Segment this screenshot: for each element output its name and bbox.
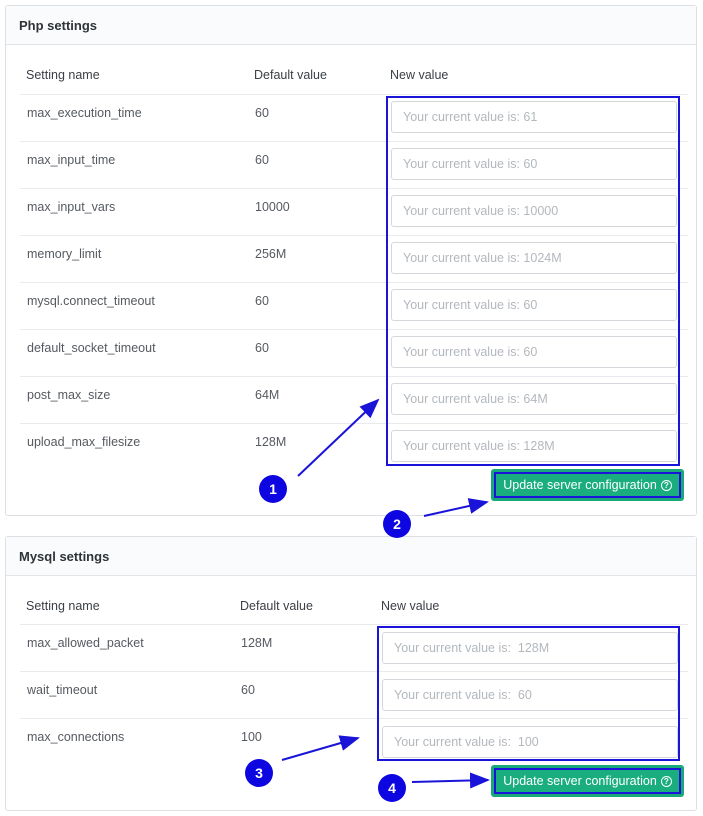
setting-name: max_input_vars — [27, 200, 116, 214]
new-value-input[interactable] — [382, 632, 678, 664]
default-value: 100 — [241, 730, 262, 744]
table-row: max_allowed_packet 128M — [20, 624, 688, 671]
php-panel-title: Php settings — [6, 6, 696, 45]
php-update-button[interactable]: Update server configuration ? — [494, 472, 681, 498]
default-value: 128M — [255, 435, 287, 449]
step-badge-3: 3 — [245, 759, 273, 787]
new-value-input[interactable] — [391, 148, 677, 180]
php-header-setting-name: Setting name — [26, 68, 100, 82]
setting-name: memory_limit — [27, 247, 102, 261]
table-row: wait_timeout 60 — [20, 671, 688, 718]
mysql-update-button[interactable]: Update server configuration ? — [494, 768, 681, 794]
default-value: 64M — [255, 388, 280, 402]
step-badge-1: 1 — [259, 475, 287, 503]
new-value-input[interactable] — [382, 726, 678, 758]
table-row: post_max_size 64M — [20, 376, 688, 423]
table-row: max_execution_time 60 — [20, 94, 688, 141]
new-value-input[interactable] — [391, 242, 677, 274]
table-row: max_connections 100 — [20, 718, 688, 765]
question-circle-icon: ? — [660, 775, 672, 787]
new-value-input[interactable] — [391, 101, 677, 133]
new-value-input[interactable] — [391, 430, 677, 462]
php-update-button-label: Update server configuration — [503, 478, 657, 492]
default-value: 10000 — [255, 200, 290, 214]
setting-name: default_socket_timeout — [27, 341, 156, 355]
default-value: 60 — [255, 294, 269, 308]
default-value: 128M — [241, 636, 273, 650]
step-badge-4: 4 — [378, 774, 406, 802]
mysql-update-button-label: Update server configuration — [503, 774, 657, 788]
setting-name: upload_max_filesize — [27, 435, 141, 449]
question-circle-icon: ? — [660, 479, 672, 491]
new-value-input[interactable] — [391, 195, 677, 227]
mysql-header-default-value: Default value — [240, 599, 313, 613]
table-row: max_input_vars 10000 — [20, 188, 688, 235]
mysql-header-setting-name: Setting name — [26, 599, 100, 613]
mysql-panel-title: Mysql settings — [6, 537, 696, 576]
setting-name: post_max_size — [27, 388, 111, 402]
default-value: 60 — [255, 341, 269, 355]
setting-name: wait_timeout — [27, 683, 98, 697]
setting-name: max_connections — [27, 730, 125, 744]
mysql-update-button-frame: Update server configuration ? — [491, 765, 684, 797]
php-settings-panel: Php settings Setting name Default value … — [5, 5, 697, 516]
table-row: default_socket_timeout 60 — [20, 329, 688, 376]
php-header-default-value: Default value — [254, 68, 327, 82]
new-value-input[interactable] — [382, 679, 678, 711]
table-row: max_input_time 60 — [20, 141, 688, 188]
table-row: upload_max_filesize 128M — [20, 423, 688, 470]
new-value-input[interactable] — [391, 336, 677, 368]
php-update-button-frame: Update server configuration ? — [491, 469, 684, 501]
setting-name: max_execution_time — [27, 106, 142, 120]
default-value: 256M — [255, 247, 287, 261]
new-value-input[interactable] — [391, 383, 677, 415]
default-value: 60 — [255, 106, 269, 120]
default-value: 60 — [255, 153, 269, 167]
table-row: mysql.connect_timeout 60 — [20, 282, 688, 329]
setting-name: max_allowed_packet — [27, 636, 144, 650]
setting-name: mysql.connect_timeout — [27, 294, 155, 308]
new-value-input[interactable] — [391, 289, 677, 321]
default-value: 60 — [241, 683, 255, 697]
setting-name: max_input_time — [27, 153, 116, 167]
php-header-new-value: New value — [390, 68, 449, 82]
table-row: memory_limit 256M — [20, 235, 688, 282]
step-badge-2: 2 — [383, 510, 411, 538]
mysql-header-new-value: New value — [381, 599, 440, 613]
